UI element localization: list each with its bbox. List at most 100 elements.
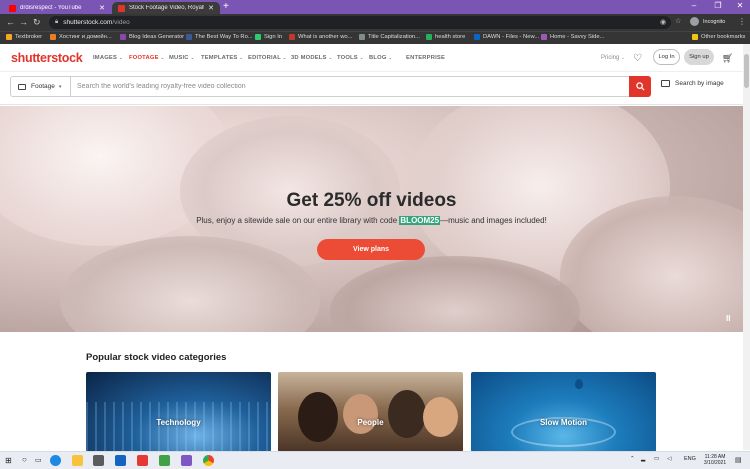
chevron-down-icon: ▾ (58, 83, 62, 90)
minimize-icon[interactable]: – (687, 1, 701, 10)
chevron-down-icon: ⌄ (359, 55, 364, 60)
bookmark-item[interactable]: Home - Savvy Side... (541, 34, 604, 40)
chrome-icon[interactable] (203, 455, 214, 466)
edge-icon[interactable] (50, 455, 61, 466)
person-silhouette (298, 392, 338, 442)
search-icon[interactable]: ○ (22, 455, 27, 464)
battery-icon[interactable]: ▭ (654, 456, 659, 462)
bookmark-item[interactable]: Хостинг и домейн... (50, 34, 112, 40)
forward-arrow-icon[interactable]: → (19, 17, 28, 27)
chevron-down-icon: ⌄ (160, 55, 165, 60)
tab-youtube[interactable]: drdisrespect - YouTube ✕ (3, 2, 111, 14)
hero-title: Get 25% off videos (286, 190, 457, 211)
office-icon[interactable] (137, 455, 148, 466)
bookmark-favicon-icon (426, 34, 432, 40)
nav-label: MUSIC (169, 55, 189, 61)
nav-enterprise[interactable]: ENTERPRISE (406, 55, 445, 61)
nav-music[interactable]: MUSIC ⌄ (169, 55, 194, 61)
youtube-favicon-icon (9, 4, 16, 12)
language-indicator[interactable]: ENG (684, 456, 696, 462)
bookmark-item[interactable]: health store (426, 34, 465, 40)
network-icon[interactable]: ▂ (641, 456, 645, 462)
nav-label: FOOTAGE (129, 55, 159, 61)
search-input[interactable] (77, 77, 627, 96)
app-icon[interactable] (181, 455, 192, 466)
nav-editorial[interactable]: EDITORIAL ⌄ (248, 55, 287, 61)
nav-label: TEMPLATES (201, 55, 238, 61)
notifications-icon[interactable]: ▤ (735, 456, 742, 464)
star-bookmark-icon[interactable]: ☆ (675, 17, 681, 25)
bookmark-label: Хостинг и домейн... (59, 34, 112, 40)
nav-templates[interactable]: TEMPLATES ⌄ (201, 55, 243, 61)
close-window-icon[interactable]: ✕ (733, 1, 747, 10)
mail-icon[interactable] (115, 455, 126, 466)
menu-kebab-icon[interactable]: ⋮ (738, 17, 746, 26)
pause-icon[interactable]: II (726, 314, 730, 323)
pricing-link[interactable]: Pricing ⌄ (601, 55, 625, 61)
bookmark-item[interactable]: What is another wo... (289, 34, 352, 40)
new-tab-button[interactable]: + (223, 1, 229, 12)
bookmark-item[interactable]: Textbroker (6, 34, 42, 40)
bookmark-label: health store (435, 34, 466, 40)
close-tab-icon[interactable]: ✕ (208, 4, 214, 12)
task-view-icon[interactable]: ▭ (35, 456, 42, 464)
close-tab-icon[interactable]: ✕ (99, 4, 105, 12)
windows-start-icon[interactable]: ⊞ (5, 456, 12, 465)
chevron-down-icon: ⌄ (621, 55, 625, 60)
nav-tools[interactable]: TOOLS ⌄ (337, 55, 364, 61)
nav-3d-models[interactable]: 3D MODELS ⌄ (291, 55, 332, 61)
other-bookmarks[interactable]: Other bookmarks (692, 34, 745, 40)
chevron-down-icon: ⌄ (328, 55, 333, 60)
bookmark-item[interactable]: The Best Way To Ro... (186, 34, 253, 40)
signup-button[interactable]: Sign up (684, 49, 714, 65)
chevron-down-icon: ⌄ (239, 55, 244, 60)
bookmark-label: Home - Savvy Side... (550, 34, 605, 40)
nav-images[interactable]: IMAGES ⌄ (93, 55, 123, 61)
maximize-icon[interactable]: ❐ (711, 1, 725, 10)
bookmark-favicon-icon (6, 34, 12, 40)
bookmark-label: Title Capitalization... (368, 34, 420, 40)
category-card-technology[interactable]: Technology (86, 372, 271, 452)
tab-shutterstock[interactable]: Stock Footage Video, Royalty-Fr ✕ (112, 2, 220, 14)
bookmark-favicon-icon (255, 34, 261, 40)
login-button[interactable]: Log In (653, 49, 680, 65)
bookmark-item[interactable]: Sign In (255, 34, 282, 40)
search-by-image-button[interactable]: Search by image (661, 80, 724, 87)
nav-label: BLOG (369, 55, 387, 61)
incognito-avatar-icon[interactable] (690, 17, 699, 26)
lock-icon: 🔒︎ (55, 19, 59, 25)
cart-icon[interactable]: 🛒︎ (722, 53, 733, 64)
category-label: Technology (156, 418, 201, 427)
clock-date: 3/10/2021 (703, 460, 727, 466)
bookmark-item[interactable]: Title Capitalization... (359, 34, 420, 40)
search-box: Footage ▾ (10, 76, 651, 97)
url-field[interactable]: 🔒︎ shutterstock.com/video (49, 16, 671, 29)
category-card-slow-motion[interactable]: Slow Motion (471, 372, 656, 452)
search-button[interactable] (629, 76, 651, 97)
bookmark-item[interactable]: Blog Ideas Generator (120, 34, 184, 40)
url-path: /video (112, 19, 130, 26)
app-icon[interactable] (159, 455, 170, 466)
store-icon[interactable] (93, 455, 104, 466)
promo-code: BLOOM25 (399, 216, 441, 225)
media-type-select[interactable]: Footage ▾ (11, 77, 71, 96)
file-explorer-icon[interactable] (72, 455, 83, 466)
page-scrollbar[interactable] (743, 44, 750, 450)
nav-label: IMAGES (93, 55, 118, 61)
clock[interactable]: 11:28 AM 3/10/2021 (701, 454, 729, 466)
category-label: People (357, 418, 384, 427)
back-arrow-icon[interactable]: ← (6, 17, 15, 27)
category-card-people[interactable]: People (278, 372, 463, 452)
shutterstock-logo[interactable]: shutterstock (11, 51, 83, 65)
view-plans-button[interactable]: View plans (317, 239, 425, 260)
nav-blog[interactable]: BLOG ⌄ (369, 55, 392, 61)
favorites-heart-icon[interactable]: ♡ (633, 53, 642, 64)
scrollbar-thumb[interactable] (744, 54, 749, 88)
volume-icon[interactable]: ◁ (667, 456, 671, 462)
tab-title: Stock Footage Video, Royalty-Fr (129, 5, 204, 11)
tray-chevron-icon[interactable]: ⌃ (630, 456, 635, 462)
reload-icon[interactable]: ↻ (33, 17, 41, 27)
category-label: Slow Motion (539, 418, 588, 427)
nav-footage[interactable]: FOOTAGE ⌄ (129, 55, 164, 61)
bookmark-item[interactable]: DAWN - Files - New... (474, 34, 539, 40)
